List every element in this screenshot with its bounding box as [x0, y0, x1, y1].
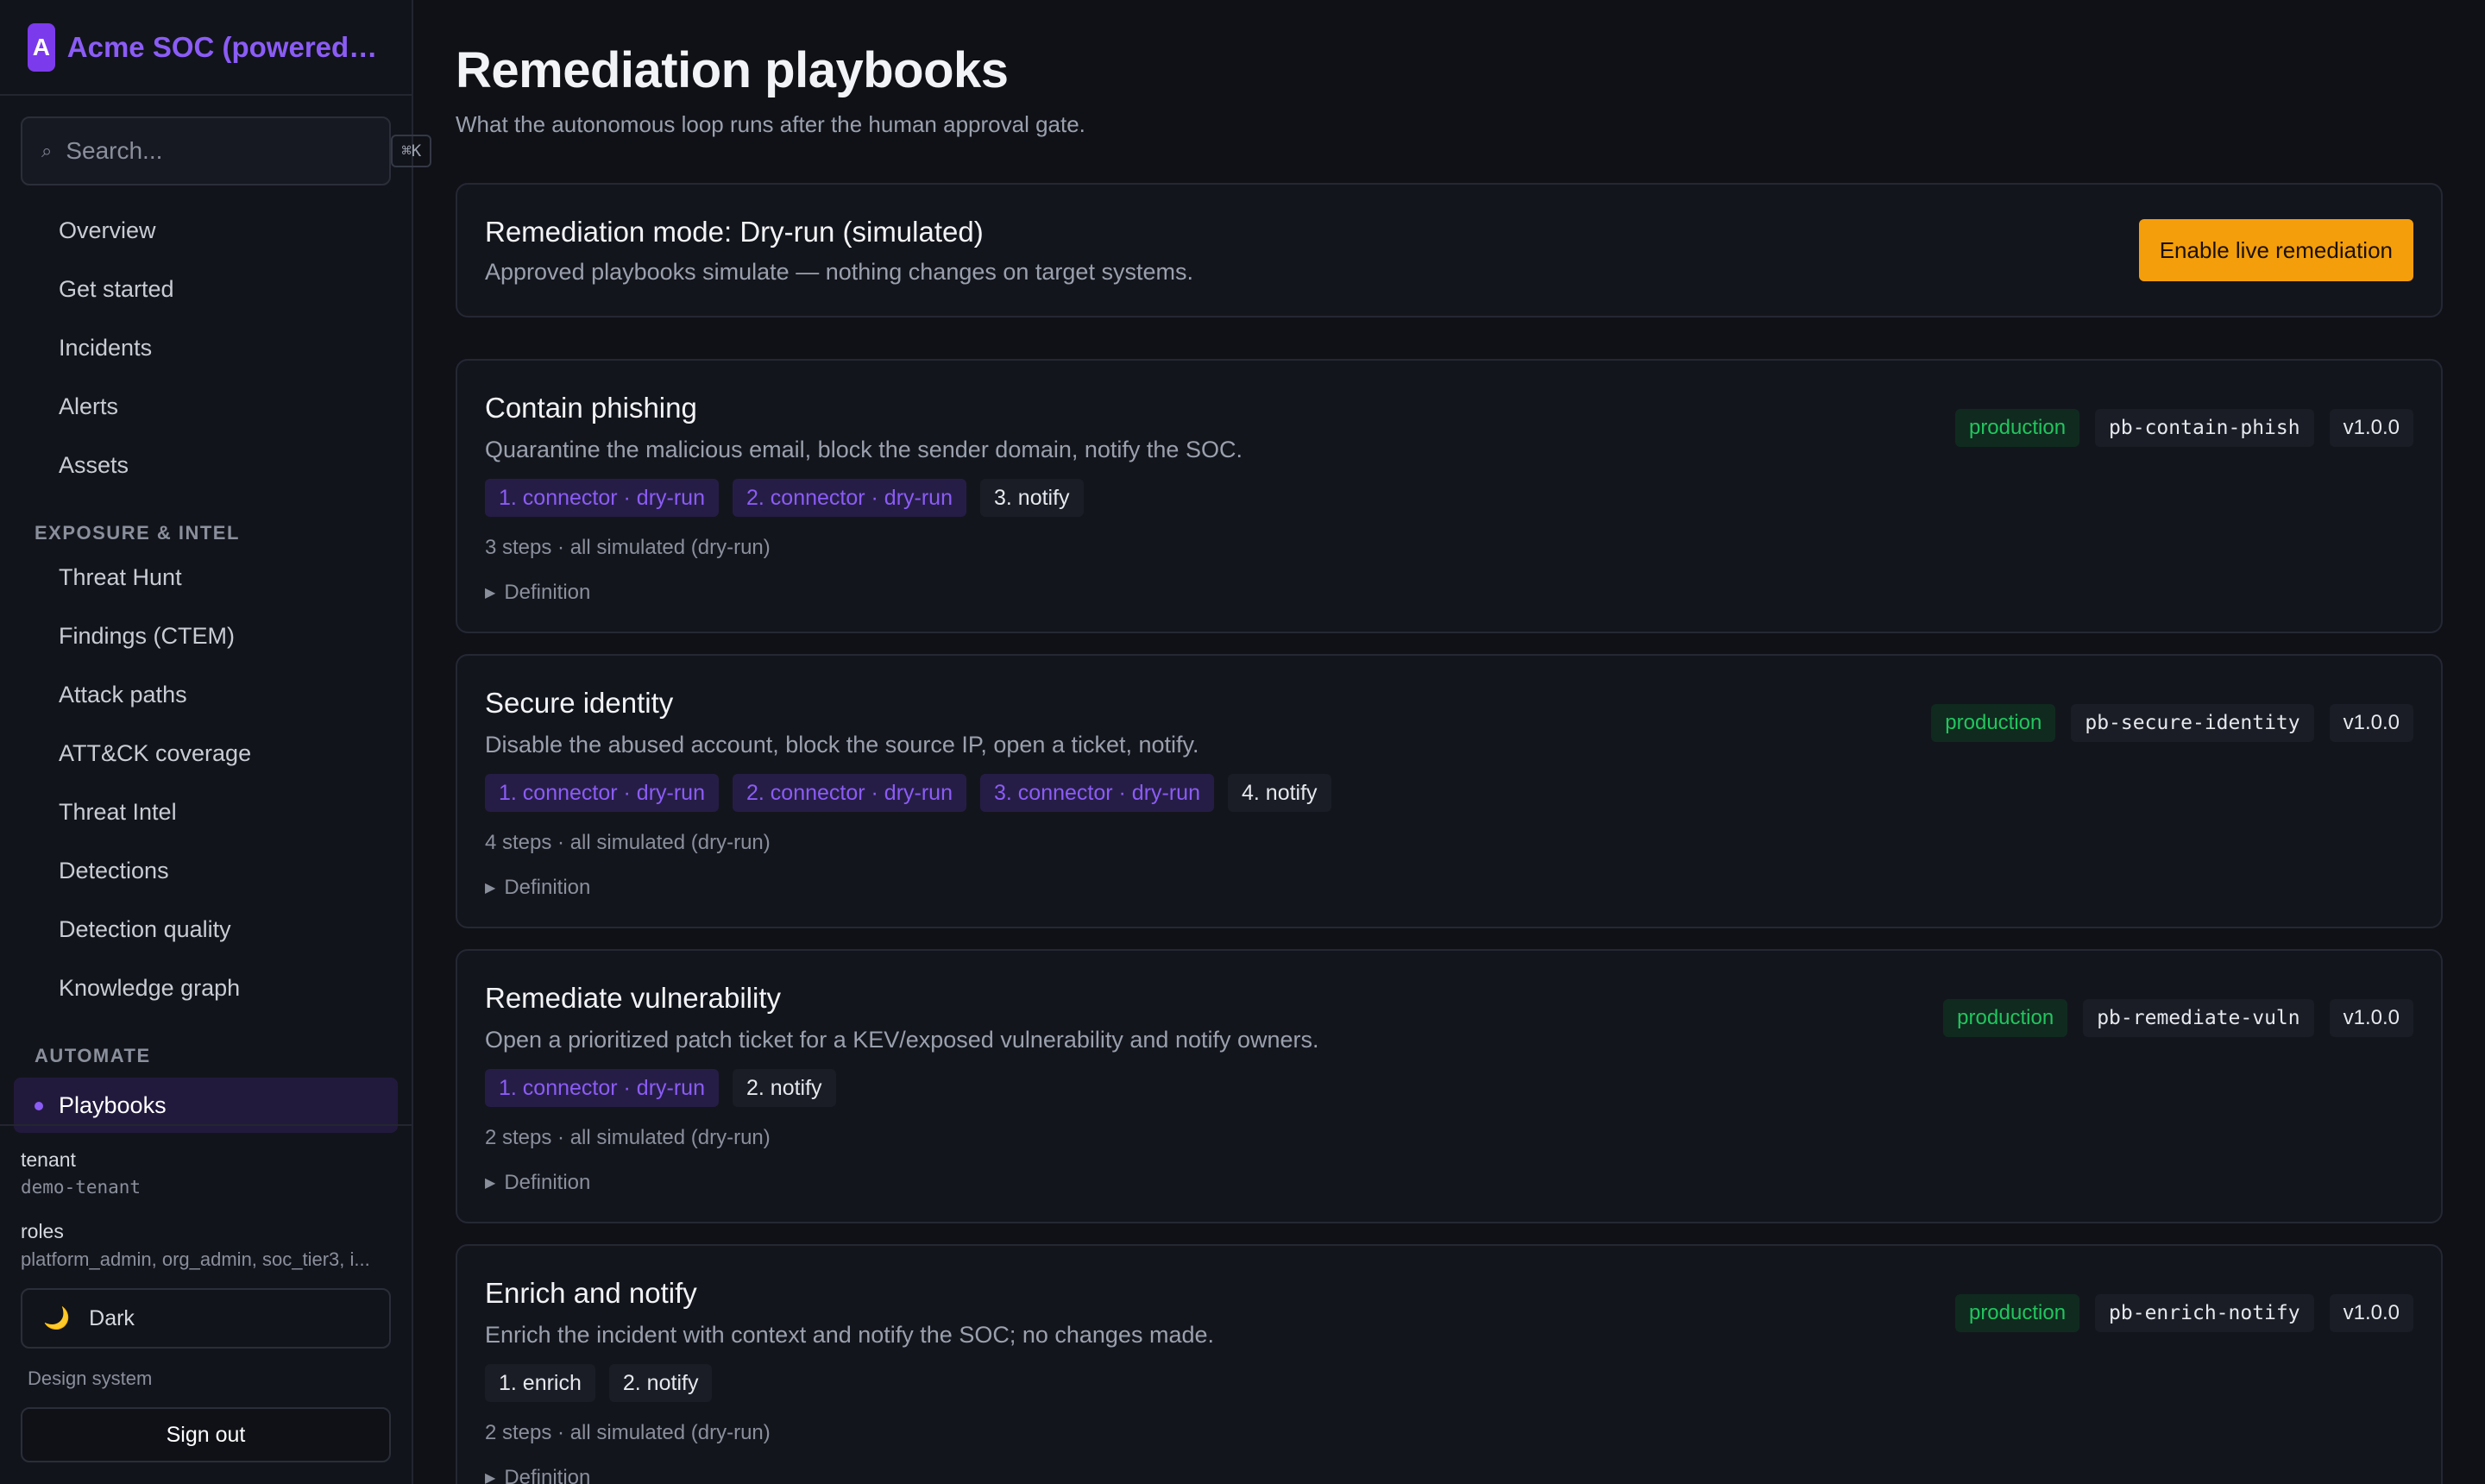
- status-badge: production: [1954, 1294, 2080, 1332]
- playbook-badges: production pb-secure-identity v1.0.0: [1931, 704, 2413, 742]
- roles-value: platform_admin, org_admin, soc_tier3, i.…: [21, 1248, 370, 1270]
- search-input[interactable]: [66, 137, 378, 165]
- nav-section-exposure: EXPOSURE & INTEL: [35, 522, 240, 544]
- status-badge: production: [1943, 999, 2068, 1037]
- page-title: Remediation playbooks: [456, 42, 1009, 98]
- playbook-card: Remediate vulnerability Open a prioritiz…: [456, 949, 2443, 1223]
- page-subtitle: What the autonomous loop runs after the …: [456, 111, 1085, 137]
- sidebar-item-attack-paths[interactable]: Attack paths: [0, 665, 412, 724]
- tenant-label: tenant: [21, 1148, 76, 1171]
- step-chip: 1. connector · dry-run: [485, 479, 719, 517]
- moon-icon: 🌙: [43, 1305, 71, 1330]
- sidebar-item-assets[interactable]: Assets: [0, 436, 412, 494]
- sidebar-item-alerts[interactable]: Alerts: [0, 377, 412, 436]
- definition-toggle[interactable]: ▶ Definition: [485, 1466, 2413, 1484]
- sidebar-item-detections[interactable]: Detections: [0, 841, 412, 900]
- caret-right-icon: ▶: [485, 586, 496, 601]
- playbook-badges: production pb-enrich-notify v1.0.0: [1954, 1294, 2413, 1332]
- tenant-value: demo-tenant: [21, 1177, 142, 1198]
- status-badge: production: [1954, 409, 2080, 447]
- search-box[interactable]: ⌕ ⌘K: [21, 116, 432, 186]
- playbook-badges: production pb-remediate-vuln v1.0.0: [1943, 999, 2413, 1037]
- design-system-link[interactable]: Design system: [28, 1368, 391, 1390]
- mode-description: Approved playbooks simulate — nothing ch…: [485, 258, 1193, 285]
- sidebar-item-findings[interactable]: Findings (CTEM): [0, 607, 412, 665]
- search-icon: ⌕: [41, 140, 53, 161]
- step-chip: 2. notify: [733, 1069, 836, 1107]
- enable-live-remediation-button[interactable]: Enable live remediation: [2138, 219, 2413, 281]
- playbook-id-badge: pb-contain-phish: [2095, 409, 2314, 447]
- playbook-badges: production pb-contain-phish v1.0.0: [1954, 409, 2413, 447]
- step-chip: 2. notify: [608, 1364, 713, 1402]
- playbook-summary: 2 steps · all simulated (dry-run): [485, 1421, 771, 1444]
- theme-label: Dark: [89, 1305, 135, 1330]
- status-badge: production: [1931, 704, 2056, 742]
- version-badge: v1.0.0: [2329, 704, 2413, 742]
- definition-toggle[interactable]: ▶ Definition: [485, 876, 2413, 900]
- playbook-steps: 1. connector · dry-run 2. connector · dr…: [485, 479, 2413, 517]
- sign-out-button[interactable]: Sign out: [21, 1407, 391, 1462]
- remediation-mode-card: Remediation mode: Dry-run (simulated) Ap…: [456, 183, 2443, 318]
- sidebar-item-label: Playbooks: [59, 1091, 167, 1118]
- playbook-summary: 4 steps · all simulated (dry-run): [485, 831, 771, 854]
- caret-right-icon: ▶: [485, 1176, 496, 1191]
- definition-toggle[interactable]: ▶ Definition: [485, 1171, 2413, 1195]
- definition-label: Definition: [504, 876, 591, 899]
- app: A Acme SOC (powered by … ⌕ ⌘K Overview G…: [0, 0, 2485, 1484]
- nav-section-automate: AUTOMATE: [35, 1045, 151, 1066]
- sidebar-item-threat-intel[interactable]: Threat Intel: [0, 783, 412, 841]
- caret-right-icon: ▶: [485, 881, 496, 896]
- step-chip: 4. notify: [1228, 774, 1331, 812]
- version-badge: v1.0.0: [2329, 999, 2413, 1037]
- sidebar: A Acme SOC (powered by … ⌕ ⌘K Overview G…: [0, 0, 432, 1484]
- step-chip: 1. enrich: [485, 1364, 595, 1402]
- definition-label: Definition: [504, 581, 591, 604]
- step-chip: 2. connector · dry-run: [733, 774, 966, 812]
- sidebar-item-overview[interactable]: Overview: [0, 201, 412, 260]
- roles-label: roles: [21, 1220, 64, 1242]
- sidebar-item-incidents[interactable]: Incidents: [0, 318, 412, 377]
- playbook-card: Contain phishing Quarantine the maliciou…: [456, 359, 2443, 633]
- playbook-id-badge: pb-secure-identity: [2071, 704, 2314, 742]
- step-chip: 1. connector · dry-run: [485, 1069, 719, 1107]
- sidebar-footer: tenant demo-tenant roles platform_admin,…: [0, 1124, 412, 1462]
- version-badge: v1.0.0: [2329, 1294, 2413, 1332]
- playbook-id-badge: pb-remediate-vuln: [2083, 999, 2314, 1037]
- step-chip: 3. notify: [980, 479, 1084, 517]
- sidebar-item-attack-coverage[interactable]: ATT&CK coverage: [0, 724, 412, 783]
- main-content: Remediation playbooks What the autonomou…: [413, 0, 2485, 1484]
- playbook-steps: 1. connector · dry-run 2. notify: [485, 1069, 2413, 1107]
- active-dot-icon: [35, 1102, 43, 1110]
- playbook-card: Enrich and notify Enrich the incident wi…: [456, 1244, 2443, 1484]
- playbook-id-badge: pb-enrich-notify: [2095, 1294, 2314, 1332]
- brand-name: Acme SOC (powered by …: [66, 30, 384, 63]
- sidebar-item-get-started[interactable]: Get started: [0, 260, 412, 318]
- sidebar-item-threat-hunt[interactable]: Threat Hunt: [0, 548, 412, 607]
- playbook-summary: 2 steps · all simulated (dry-run): [485, 1126, 771, 1149]
- sidebar-item-knowledge-graph[interactable]: Knowledge graph: [0, 959, 412, 1017]
- step-chip: 1. connector · dry-run: [485, 774, 719, 812]
- playbook-summary: 3 steps · all simulated (dry-run): [485, 536, 771, 559]
- primary-nav: Overview Get started Incidents Alerts As…: [0, 201, 412, 1133]
- sidebar-item-detection-quality[interactable]: Detection quality: [0, 900, 412, 959]
- definition-toggle[interactable]: ▶ Definition: [485, 581, 2413, 605]
- caret-right-icon: ▶: [485, 1471, 496, 1484]
- step-chip: 3. connector · dry-run: [980, 774, 1214, 812]
- version-badge: v1.0.0: [2329, 409, 2413, 447]
- playbook-steps: 1. enrich 2. notify: [485, 1364, 2413, 1402]
- definition-label: Definition: [504, 1466, 591, 1484]
- mode-title: Remediation mode: Dry-run (simulated): [485, 215, 984, 248]
- search-shortcut: ⌘K: [391, 135, 432, 167]
- playbook-card: Secure identity Disable the abused accou…: [456, 654, 2443, 928]
- brand[interactable]: A Acme SOC (powered by …: [0, 0, 412, 96]
- theme-toggle[interactable]: 🌙 Dark: [21, 1288, 391, 1349]
- step-chip: 2. connector · dry-run: [733, 479, 966, 517]
- brand-logo: A: [28, 22, 55, 72]
- playbook-steps: 1. connector · dry-run 2. connector · dr…: [485, 774, 2413, 812]
- definition-label: Definition: [504, 1171, 591, 1194]
